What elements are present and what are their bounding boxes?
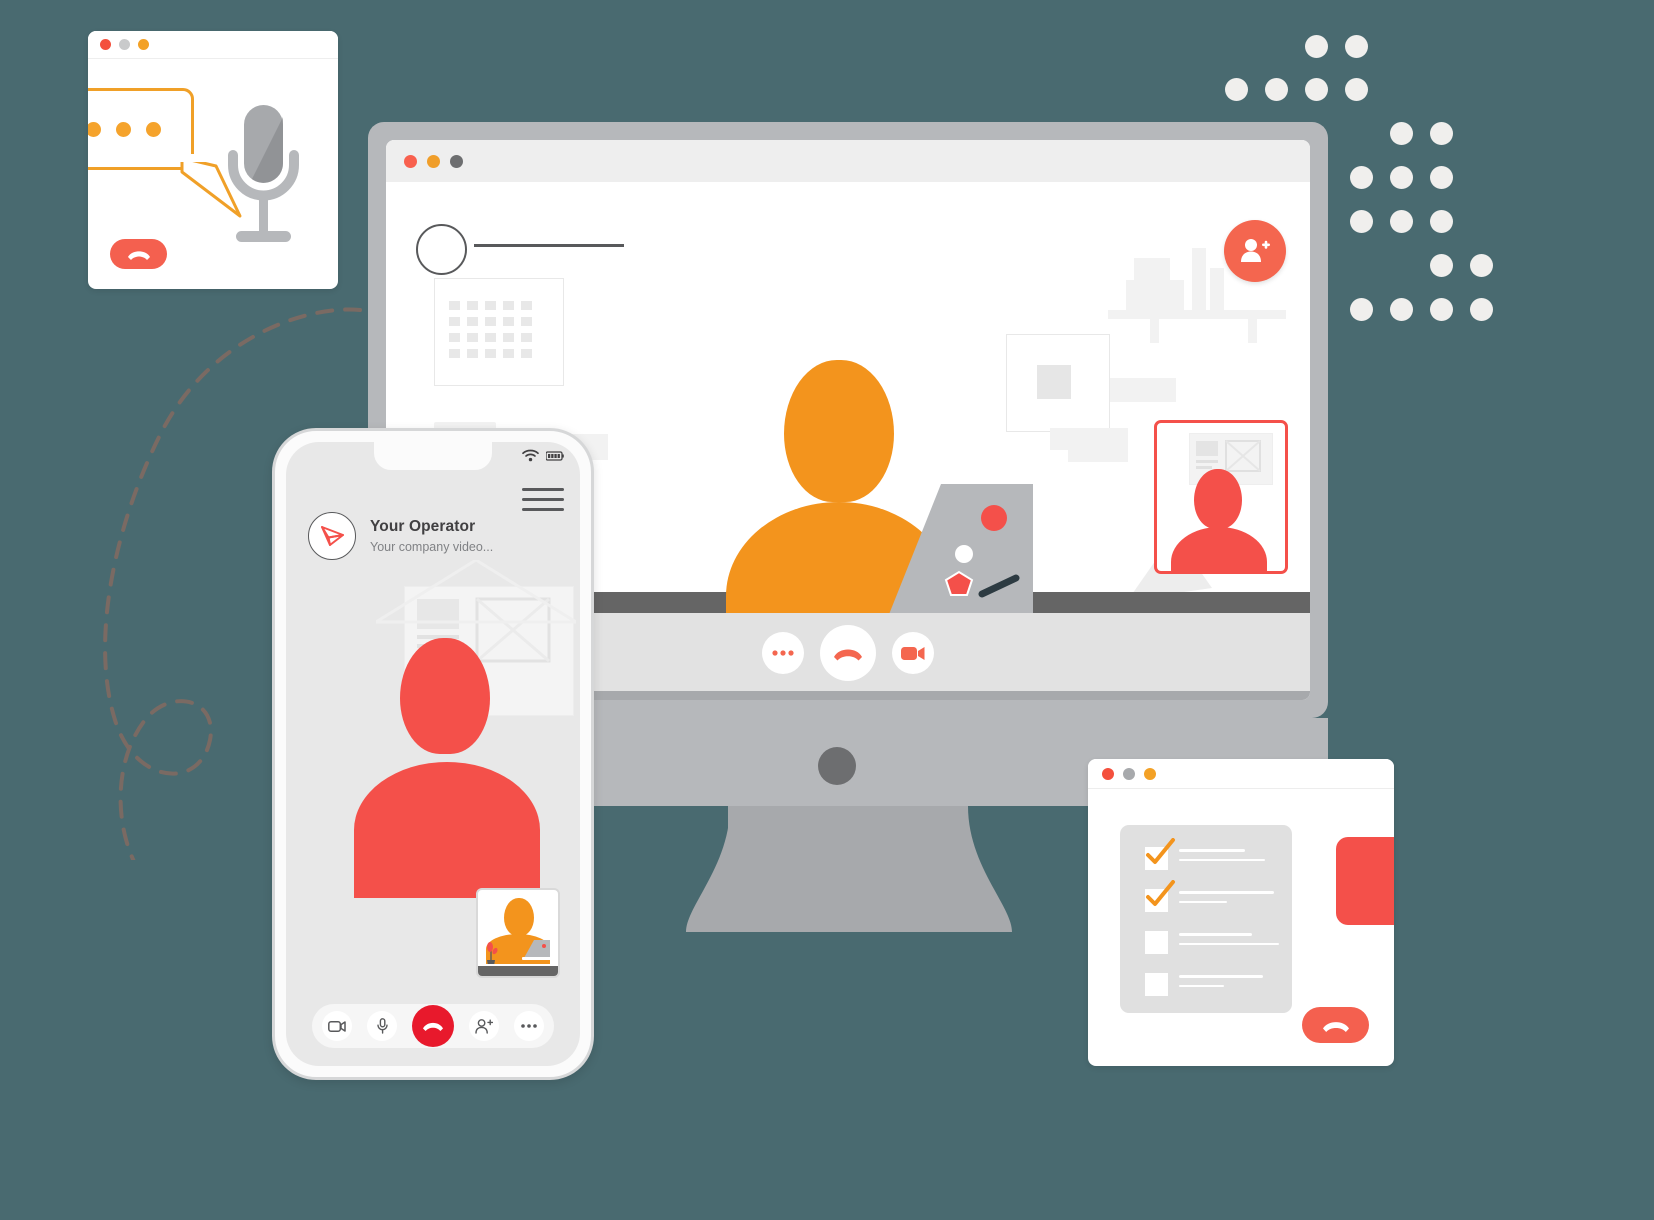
end-call-button[interactable] xyxy=(1302,1007,1369,1043)
shelf-box xyxy=(1134,258,1170,280)
picture-in-picture[interactable] xyxy=(1154,420,1288,574)
chat-bubble-tail xyxy=(180,154,242,218)
pip-person-head xyxy=(1194,469,1242,529)
checkbox-unchecked[interactable] xyxy=(1145,931,1168,954)
caller-body xyxy=(354,762,540,898)
window-titlebar xyxy=(88,31,338,59)
checklist-card xyxy=(1120,825,1292,1013)
shelf-leg xyxy=(1150,319,1159,343)
mobile-phone[interactable]: Your Operator Your company video... xyxy=(272,428,594,1080)
end-call-button[interactable] xyxy=(820,625,876,681)
brand-header: Your Operator Your company video... xyxy=(308,512,493,560)
wall-frame xyxy=(1006,334,1110,432)
end-call-button[interactable] xyxy=(412,1005,454,1047)
monitor-power-knob[interactable] xyxy=(818,747,856,785)
shelf-box xyxy=(1126,280,1184,310)
minimize-icon[interactable] xyxy=(1123,767,1135,780)
checklist-window[interactable] xyxy=(1088,759,1394,1066)
typing-dot xyxy=(115,121,131,137)
chat-window[interactable] xyxy=(88,31,338,289)
mute-button[interactable] xyxy=(367,1011,397,1041)
window-titlebar xyxy=(1088,759,1394,789)
caller-head xyxy=(400,638,490,754)
wireframe-block xyxy=(1050,428,1128,450)
list-item[interactable] xyxy=(1145,973,1263,996)
shelf-leg xyxy=(1248,319,1257,343)
wifi-icon xyxy=(522,449,539,462)
video-camera-icon xyxy=(901,646,925,660)
toggle-video-button[interactable] xyxy=(322,1011,352,1041)
phone-screen[interactable]: Your Operator Your company video... xyxy=(286,442,580,1066)
wireframe-panel xyxy=(434,278,564,386)
list-item[interactable] xyxy=(1145,931,1279,954)
phone-notch xyxy=(374,442,492,470)
shelf-box xyxy=(1192,248,1206,310)
minimize-icon[interactable] xyxy=(427,154,440,168)
call-control-bar xyxy=(312,1004,554,1048)
close-icon[interactable] xyxy=(1102,767,1114,780)
wireframe-block xyxy=(1110,378,1176,402)
check-icon xyxy=(1146,880,1175,906)
self-desk xyxy=(478,966,558,976)
checkbox-checked[interactable] xyxy=(1145,880,1175,912)
brand-title: Your Operator xyxy=(370,518,476,536)
hangup-icon xyxy=(834,649,862,660)
item-text-lines xyxy=(1179,889,1274,910)
battery-icon xyxy=(546,450,564,461)
window-titlebar xyxy=(386,140,1310,182)
end-call-button[interactable] xyxy=(110,239,167,269)
ellipsis-icon xyxy=(521,1024,537,1028)
illustration-canvas: Your Operator Your company video... xyxy=(0,0,1654,1220)
typing-dot xyxy=(145,121,161,137)
avatar xyxy=(416,224,467,275)
self-laptop xyxy=(522,940,552,960)
add-person-icon xyxy=(1241,239,1270,262)
shelf-box xyxy=(1210,268,1224,310)
item-text-lines xyxy=(1179,847,1265,868)
ellipsis-icon xyxy=(772,650,794,656)
maximize-icon[interactable] xyxy=(1144,767,1156,780)
title-placeholder xyxy=(474,244,624,247)
item-text-lines xyxy=(1179,973,1263,994)
self-plant xyxy=(487,942,498,964)
self-view-thumbnail[interactable] xyxy=(476,888,560,978)
check-icon xyxy=(1146,838,1175,864)
checkbox-unchecked[interactable] xyxy=(1145,973,1168,996)
close-icon[interactable] xyxy=(404,154,417,168)
hangup-icon xyxy=(1322,1021,1349,1032)
microphone-icon xyxy=(376,1018,388,1034)
add-person-icon xyxy=(475,1018,493,1034)
close-icon[interactable] xyxy=(100,39,111,50)
hangup-icon xyxy=(127,250,150,260)
more-options-button[interactable] xyxy=(514,1011,544,1041)
brand-subtitle: Your company video... xyxy=(370,539,494,554)
more-options-button[interactable] xyxy=(762,632,804,674)
hangup-icon xyxy=(423,1022,443,1031)
video-camera-icon xyxy=(1336,837,1394,925)
background-shape xyxy=(376,560,576,624)
checkbox-checked[interactable] xyxy=(1145,838,1175,870)
list-item[interactable] xyxy=(1145,880,1274,912)
video-camera-icon xyxy=(328,1020,346,1032)
add-participant-button[interactable] xyxy=(469,1011,499,1041)
item-text-lines xyxy=(1179,931,1279,952)
add-participant-button[interactable] xyxy=(1224,220,1286,282)
toggle-video-button[interactable] xyxy=(892,632,934,674)
self-head xyxy=(504,898,534,936)
shelf-board xyxy=(1108,310,1286,319)
chat-bubble-icon xyxy=(88,88,194,170)
monitor-stand xyxy=(686,806,1012,932)
wireframe-block xyxy=(1068,450,1128,462)
minimize-icon[interactable] xyxy=(119,39,130,50)
maximize-icon[interactable] xyxy=(450,154,463,168)
typing-dot xyxy=(88,121,101,137)
hamburger-menu-icon[interactable] xyxy=(522,488,564,518)
maximize-icon[interactable] xyxy=(138,39,149,50)
status-bar xyxy=(522,449,564,462)
list-item[interactable] xyxy=(1145,838,1265,870)
paper-plane-icon xyxy=(308,512,356,560)
pip-person-body xyxy=(1171,527,1267,571)
